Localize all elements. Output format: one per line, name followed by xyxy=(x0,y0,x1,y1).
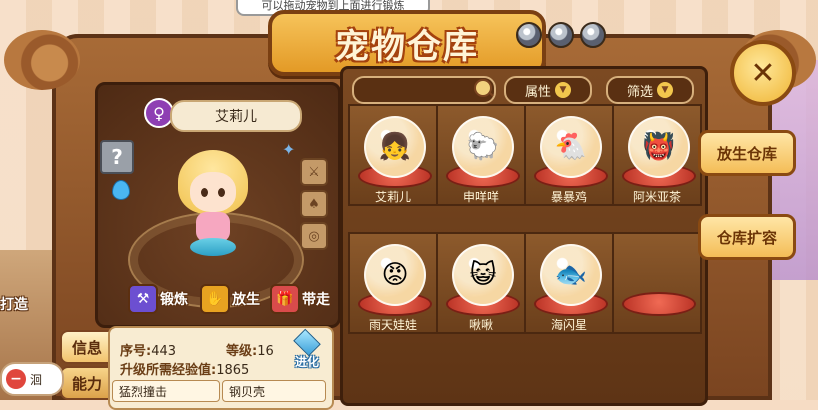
pet-bubble-icon: 😺 xyxy=(452,244,514,306)
carry-label: 带走 xyxy=(302,292,330,308)
pet-name-plate: 艾莉儿 xyxy=(170,100,302,132)
release-warehouse-button[interactable]: 放生仓库 xyxy=(698,130,796,176)
pet-slot[interactable]: 🐔 暴暴鸡 xyxy=(524,104,614,206)
minus-icon[interactable]: − xyxy=(6,369,26,389)
tab-ability[interactable]: 能力 xyxy=(60,366,114,400)
forge-button[interactable]: 打造 xyxy=(0,294,44,324)
quality-unknown-icon: ? xyxy=(100,140,134,174)
pet-bubble-icon: 🐔 xyxy=(540,116,602,178)
pet-slot-name: 海闪星 xyxy=(550,318,587,332)
release-icon: ✋ xyxy=(200,284,230,314)
train-button[interactable]: ⚒ 锻炼 xyxy=(128,284,188,314)
frame-scroll-ornament-left xyxy=(4,30,80,90)
pet-slot[interactable]: 🐟 海闪星 xyxy=(524,232,614,334)
exp-value: 1865 xyxy=(216,363,250,378)
chevron-down-icon: ▼ xyxy=(555,82,571,98)
chevron-down-icon: ▼ xyxy=(657,82,673,98)
pet-dish xyxy=(622,292,696,316)
skill-slot-2[interactable]: 钢贝壳 xyxy=(222,380,326,402)
attribute-filter-button[interactable]: 属性 ▼ xyxy=(504,76,592,104)
pet-eye xyxy=(218,188,225,197)
serial-value: 443 xyxy=(151,344,177,359)
shell-tool-icon[interactable]: ♠ xyxy=(300,190,328,218)
skill-slot-1[interactable]: 猛烈撞击 xyxy=(112,380,220,402)
release-label: 放生 xyxy=(232,292,260,308)
pet-slot-name: 雨天娃娃 xyxy=(368,318,417,332)
level-value: 16 xyxy=(257,344,274,359)
shield-tool-icon[interactable]: ◎ xyxy=(300,222,328,250)
sword-tool-icon[interactable]: ⚔ xyxy=(300,158,328,186)
edge-stepper[interactable]: − 洄 xyxy=(0,362,64,396)
pet-slot-name: 申咩咩 xyxy=(462,190,499,204)
level-label: 等级: xyxy=(226,344,258,359)
evolve-label: 进化 xyxy=(294,355,319,369)
gem-row xyxy=(516,22,606,48)
pet-bubble-icon: 🐟 xyxy=(540,244,602,306)
evolve-button[interactable]: 进化 xyxy=(288,328,326,370)
gift-bag-icon: 🎁 xyxy=(270,284,300,314)
bird-icon: ✦ xyxy=(282,140,296,159)
filter-button[interactable]: 筛选 ▼ xyxy=(606,76,694,104)
attribute-filter-label: 属性 xyxy=(524,84,551,100)
serial-row: 序号:443 xyxy=(120,340,176,359)
silver-gem-icon xyxy=(516,22,542,48)
pet-face xyxy=(190,172,236,212)
level-row: 等级:16 xyxy=(226,340,274,359)
carry-button[interactable]: 🎁 带走 xyxy=(270,284,330,314)
close-button[interactable]: ✕ xyxy=(730,40,796,106)
expand-warehouse-button[interactable]: 仓库扩容 xyxy=(698,214,796,260)
pet-slot[interactable]: 😡 雨天娃娃 xyxy=(348,232,438,334)
stepper-text: 洄 xyxy=(30,372,43,387)
silver-gem-icon xyxy=(548,22,574,48)
pet-slot[interactable]: 🐑 申咩咩 xyxy=(436,104,526,206)
exp-label: 升级所需经验值: xyxy=(120,363,217,378)
pet-bubble-icon: 👧 xyxy=(364,116,426,178)
dumbbell-icon: ⚒ xyxy=(128,284,158,314)
pet-bubble-icon: 👹 xyxy=(628,116,690,178)
pet-slot[interactable]: 👧 艾莉儿 xyxy=(348,104,438,206)
serial-label: 序号: xyxy=(120,344,152,359)
pet-bubble-icon: 😡 xyxy=(364,244,426,306)
pet-slot-name: 艾莉儿 xyxy=(374,190,411,204)
water-element-icon xyxy=(112,180,130,200)
search-icon[interactable] xyxy=(474,79,492,97)
search-input[interactable] xyxy=(352,76,496,104)
exp-row: 升级所需经验值:1865 xyxy=(120,359,249,378)
silver-gem-icon xyxy=(580,22,606,48)
filter-label: 筛选 xyxy=(626,84,653,100)
pet-slot-name: 阿米亚茶 xyxy=(632,190,681,204)
page-title: 宠物仓库 xyxy=(335,26,479,67)
pet-portrait xyxy=(172,150,254,258)
release-button[interactable]: ✋ 放生 xyxy=(200,284,260,314)
pet-slot-name: 暴暴鸡 xyxy=(550,190,587,204)
tab-info[interactable]: 信息 xyxy=(60,330,114,364)
pet-slot[interactable]: 👹 阿米亚茶 xyxy=(612,104,702,206)
train-label: 锻炼 xyxy=(160,292,188,308)
pet-bubble-icon: 🐑 xyxy=(452,116,514,178)
pet-eye xyxy=(201,188,208,197)
pet-slot[interactable]: 😺 啾啾 xyxy=(436,232,526,334)
pet-mermaid-tail xyxy=(190,238,236,256)
pet-slot[interactable] xyxy=(612,232,702,334)
pet-slot-name: 啾啾 xyxy=(468,318,493,332)
